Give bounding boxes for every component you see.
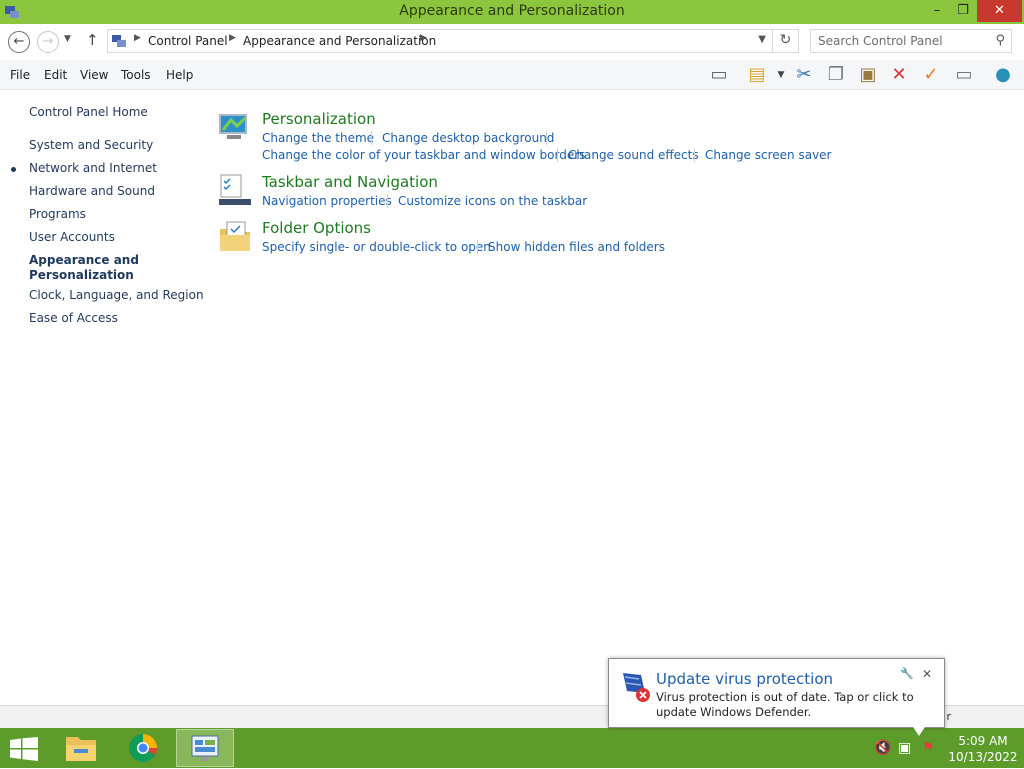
menu-edit[interactable]: Edit xyxy=(44,68,67,82)
sidebar-item-programs[interactable]: Programs xyxy=(29,207,86,222)
address-field[interactable]: ▶ Control Panel ▶ Appearance and Persona… xyxy=(107,29,773,53)
link-separator xyxy=(694,148,695,162)
link-navigation-properties[interactable]: Navigation properties xyxy=(262,194,392,208)
menu-file[interactable]: File xyxy=(10,68,30,82)
file-explorer-icon[interactable] xyxy=(52,729,110,767)
folder-options-icon xyxy=(220,221,250,251)
search-box[interactable]: ⚲ xyxy=(810,29,1012,53)
windows-defender-flag-icon xyxy=(623,673,650,702)
sidebar-item-ease-of-access[interactable]: Ease of Access xyxy=(29,311,118,326)
folder-check-icon[interactable]: ▤ xyxy=(744,62,770,88)
up-arrow-icon[interactable]: ↑ xyxy=(86,31,99,49)
volume-muted-icon[interactable]: 🔇 xyxy=(874,740,891,756)
breadcrumb-control-panel[interactable]: Control Panel xyxy=(148,34,228,48)
link-separator xyxy=(387,194,388,208)
link-change-desktop-background[interactable]: Change desktop background xyxy=(382,131,554,145)
breadcrumb-chevron-icon: ▶ xyxy=(134,33,141,43)
maximize-button[interactable]: ❐ xyxy=(948,0,978,22)
copy-icon[interactable]: ❐ xyxy=(823,62,849,88)
forward-button[interactable]: → xyxy=(37,31,59,53)
notification-title: Update virus protection xyxy=(656,670,834,688)
sidebar-item-network-internet[interactable]: Network and Internet xyxy=(29,161,157,176)
chrome-icon[interactable] xyxy=(114,729,172,767)
link-single-double-click[interactable]: Specify single- or double-click to open xyxy=(262,240,491,254)
link-separator xyxy=(557,148,558,162)
network-icon[interactable]: ▣ xyxy=(898,740,911,756)
close-icon[interactable]: ✕ xyxy=(922,667,932,681)
chevron-down-icon[interactable]: ▼ xyxy=(758,34,766,45)
breadcrumb-appearance[interactable]: Appearance and Personalization xyxy=(243,34,436,48)
sidebar-item-clock-language[interactable]: Clock, Language, and Region xyxy=(29,288,204,303)
link-customize-taskbar-icons[interactable]: Customize icons on the taskbar xyxy=(398,194,587,208)
sidebar-item-hardware-sound[interactable]: Hardware and Sound xyxy=(29,184,155,199)
search-input[interactable] xyxy=(811,30,991,52)
taskbar-navigation-icon xyxy=(219,174,251,205)
control-panel-icon xyxy=(112,35,126,47)
menu-tools[interactable]: Tools xyxy=(121,68,151,82)
category-title-taskbar-navigation[interactable]: Taskbar and Navigation xyxy=(262,173,438,191)
link-separator xyxy=(371,131,372,145)
notification-body: Virus protection is out of date. Tap or … xyxy=(656,690,914,719)
menu-view[interactable]: View xyxy=(80,68,108,82)
layout-icon[interactable]: ▭ xyxy=(706,62,732,88)
recent-locations-chevron-icon[interactable]: ▼ xyxy=(64,34,71,44)
sidebar-control-panel-home[interactable]: Control Panel Home xyxy=(29,105,148,120)
back-button[interactable]: ← xyxy=(8,31,30,53)
link-separator xyxy=(546,131,547,145)
taskbar-control-panel-button[interactable] xyxy=(176,729,234,767)
rename-icon[interactable]: ▭ xyxy=(951,62,977,88)
wrench-icon[interactable]: 🔧 xyxy=(900,667,914,680)
notification-toast[interactable]: Update virus protection Virus protection… xyxy=(608,658,945,728)
window-title: Appearance and Personalization xyxy=(399,3,625,19)
category-title-folder-options[interactable]: Folder Options xyxy=(262,219,371,237)
link-change-theme[interactable]: Change the theme xyxy=(262,131,374,145)
link-change-taskbar-color[interactable]: Change the color of your taskbar and win… xyxy=(262,148,585,162)
current-item-bullet xyxy=(11,167,16,172)
link-separator xyxy=(477,240,478,254)
paste-icon[interactable]: ▣ xyxy=(855,62,881,88)
clock-time: 5:09 AM xyxy=(958,734,1008,748)
menu-help[interactable]: Help xyxy=(166,68,193,82)
sidebar-item-appearance: Appearance and Personalization xyxy=(29,253,139,282)
breadcrumb-chevron-icon: ▶ xyxy=(229,33,236,43)
sidebar-item-user-accounts[interactable]: User Accounts xyxy=(29,230,115,245)
status-text: r xyxy=(946,710,951,723)
notification-pointer xyxy=(913,727,925,736)
action-center-flag-icon[interactable]: ⚑ xyxy=(922,740,935,756)
title-bar: Appearance and Personalization – ❐ ✕ xyxy=(0,0,1024,24)
link-change-screen-saver[interactable]: Change screen saver xyxy=(705,148,832,162)
globe-icon[interactable]: ● xyxy=(990,62,1016,88)
sidebar-item-system-security[interactable]: System and Security xyxy=(29,138,153,153)
clock[interactable]: 5:09 AM 10/13/2022 xyxy=(946,733,1020,765)
control-panel-icon xyxy=(191,735,219,761)
personalization-icon xyxy=(219,114,247,139)
delete-icon[interactable]: ✕ xyxy=(886,62,912,88)
search-icon[interactable]: ⚲ xyxy=(995,33,1005,48)
link-show-hidden-files[interactable]: Show hidden files and folders xyxy=(488,240,665,254)
link-change-sound-effects[interactable]: Change sound effects xyxy=(568,148,699,162)
category-title-personalization[interactable]: Personalization xyxy=(262,110,376,128)
breadcrumb-chevron-icon: ▶ xyxy=(420,33,427,43)
windows-start-icon[interactable] xyxy=(10,737,38,761)
close-button[interactable]: ✕ xyxy=(977,0,1022,22)
checkmark-icon[interactable]: ✓ xyxy=(918,62,944,88)
cut-icon[interactable]: ✂ xyxy=(791,62,817,88)
refresh-button[interactable]: ↻ xyxy=(773,29,799,53)
clock-date: 10/13/2022 xyxy=(948,750,1018,764)
